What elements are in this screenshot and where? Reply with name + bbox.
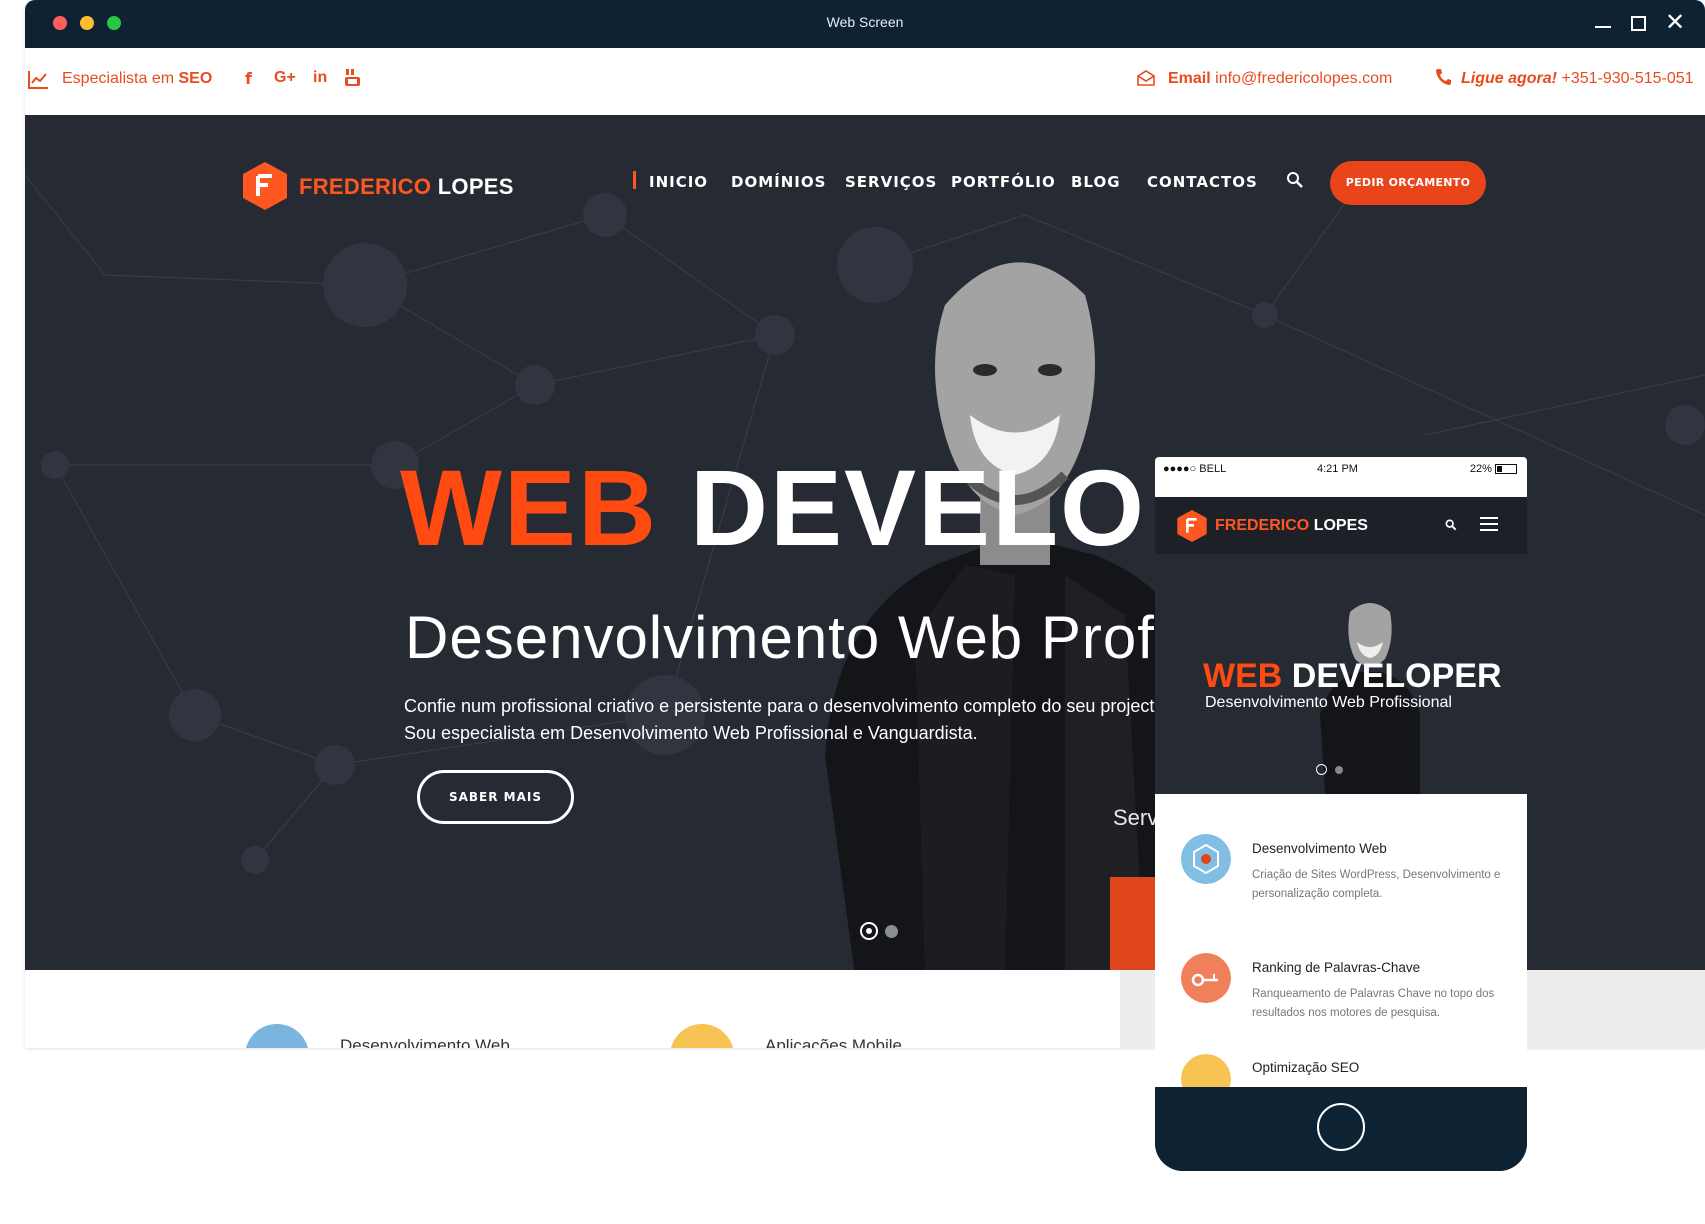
phone-link[interactable]: Ligue agora! +351-930-515-051 — [1461, 70, 1694, 88]
search-icon[interactable] — [1286, 171, 1304, 189]
phone-slider-dot-1[interactable] — [1316, 764, 1327, 775]
phone-services-list: Desenvolvimento Web Criação de Sites Wor… — [1155, 794, 1527, 1087]
phone-icon — [1436, 69, 1451, 85]
battery-indicator: 22% — [1470, 463, 1517, 475]
linkedin-icon[interactable]: in — [313, 69, 327, 87]
phone-hero: WEB DEVELOPER Desenvolvimento Web Profis… — [1155, 554, 1527, 794]
window-title: Web Screen — [826, 14, 904, 30]
hamburger-menu-icon[interactable] — [1480, 517, 1498, 531]
hero-description: Confie num profissional criativo e persi… — [404, 696, 1170, 743]
service-title-web: Desenvolvimento Web — [1252, 841, 1387, 856]
feature-label-web: Desenvolvimento Web — [340, 1036, 510, 1048]
phone-hero-title: WEB DEVELOPER — [1203, 657, 1502, 695]
slider-dot-1[interactable] — [860, 922, 878, 940]
nav-item-dominios[interactable]: DOMÍNIOS — [731, 173, 826, 191]
seo-tagline: Especialista em SEO — [62, 70, 213, 87]
brand-logo-icon[interactable] — [243, 162, 287, 210]
phone-search-icon[interactable] — [1445, 519, 1457, 531]
service-title-seo: Optimização SEO — [1252, 1060, 1360, 1075]
nav-item-inicio[interactable]: INICIO — [649, 173, 708, 191]
phone-hero-subtitle: Desenvolvimento Web Profissional — [1205, 694, 1452, 711]
nav-item-contactos[interactable]: CONTACTOS — [1147, 173, 1258, 191]
request-quote-button[interactable]: PEDIR ORÇAMENTO — [1330, 161, 1486, 205]
email-link[interactable]: Email info@fredericolopes.com — [1168, 70, 1392, 88]
nav-item-portfolio[interactable]: PORTFÓLIO — [951, 173, 1056, 191]
service-desc-ranking: Ranqueamento de Palavras Chave no topo d… — [1252, 988, 1495, 1019]
feature-label-mobile: Aplicações Mobile — [765, 1036, 903, 1048]
hero-title: WEB DEVELO — [400, 447, 1147, 568]
battery-icon — [1495, 464, 1517, 475]
chart-icon — [28, 71, 48, 89]
maximize-icon[interactable] — [1631, 16, 1646, 31]
window-titlebar: Web Screen ✕ — [25, 0, 1705, 48]
network-service-icon — [1181, 834, 1231, 884]
clock-label: 4:21 PM — [1317, 463, 1358, 475]
web-dev-feature-icon — [245, 1024, 309, 1048]
slider-dot-2[interactable] — [885, 925, 898, 938]
nav-item-blog[interactable]: BLOG — [1071, 173, 1121, 191]
youtube-icon[interactable] — [345, 68, 360, 86]
mobile-feature-icon — [670, 1024, 734, 1048]
phone-slider-dot-2[interactable] — [1335, 766, 1343, 774]
minimize-icon[interactable] — [1595, 26, 1611, 28]
phone-status-bar: ●●●●○ BELL 4:21 PM 22% — [1155, 457, 1527, 497]
phone-header: FREDERICO LOPES — [1155, 497, 1527, 554]
brand-name[interactable]: FREDERICO LOPES — [299, 174, 514, 200]
nav-item-servicos[interactable]: SERVIÇOS — [845, 173, 937, 191]
carrier-label: ●●●●○ BELL — [1163, 463, 1227, 475]
service-title-ranking: Ranking de Palavras-Chave — [1252, 960, 1421, 975]
phone-mockup: ●●●●○ BELL 4:21 PM 22% FREDERICO LOPES W… — [1155, 457, 1527, 1171]
phone-logo-icon[interactable] — [1177, 510, 1207, 542]
nav-active-indicator — [633, 171, 636, 189]
facebook-icon[interactable]: f — [245, 69, 252, 88]
hero-subtitle: Desenvolvimento Web Profis — [405, 604, 1201, 671]
home-button[interactable] — [1317, 1103, 1365, 1151]
service-desc-web: Criação de Sites WordPress, Desenvolvime… — [1252, 869, 1501, 900]
seo-service-icon — [1181, 1054, 1231, 1087]
key-service-icon — [1181, 953, 1231, 1003]
close-icon[interactable]: ✕ — [1665, 11, 1685, 35]
google-plus-icon[interactable]: G+ — [274, 69, 296, 87]
phone-bottom-bezel — [1155, 1087, 1527, 1171]
phone-brand-name[interactable]: FREDERICO LOPES — [1215, 517, 1368, 535]
top-info-bar: Especialista em SEO f G+ in Email info@f… — [25, 48, 1705, 115]
learn-more-button[interactable]: SABER MAIS — [417, 770, 574, 824]
envelope-icon — [1137, 70, 1155, 86]
